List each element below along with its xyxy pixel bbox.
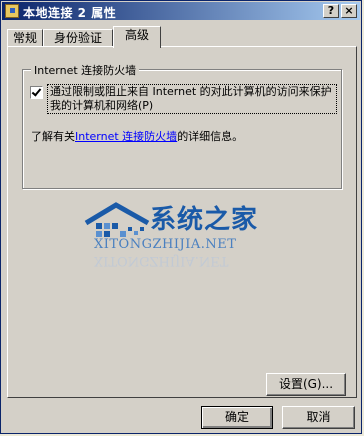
advanced-panel: Internet 连接防火墙 通过限制或阻止来自 Internet 的对此计算机… (7, 46, 357, 398)
tab-authentication[interactable]: 身份验证 (43, 29, 113, 47)
info-prefix: 了解有关 (31, 130, 75, 143)
watermark-brand: 系统之家 (150, 205, 259, 235)
firewall-info-text: 了解有关Internet 连接防火墙的详细信息。 (31, 128, 243, 144)
tab-strip: 常规 身份验证 高级 (7, 26, 357, 48)
watermark-url-reflection: XITONGZHIJIA.NET (94, 253, 229, 268)
network-connection-icon (5, 4, 19, 18)
tab-advanced[interactable]: 高级 (113, 26, 161, 48)
tab-general[interactable]: 常规 (7, 29, 43, 47)
info-suffix: 的详细信息。 (177, 130, 244, 143)
firewall-help-link[interactable]: Internet 连接防火墙 (75, 130, 177, 143)
cancel-button[interactable]: 取消 (282, 406, 355, 429)
window-title: 本地连接 2 属性 (23, 6, 117, 20)
settings-button[interactable]: 设置(G)... (266, 373, 346, 396)
firewall-checkbox[interactable] (30, 86, 43, 99)
properties-dialog: 本地连接 2 属性 ? × 常规 身份验证 高级 Internet 连接防火墙 … (0, 0, 362, 434)
help-button[interactable]: ? (323, 4, 339, 18)
watermark-url: XITONGZHIJIA.NET (94, 237, 237, 252)
ok-button[interactable]: 确定 (201, 406, 273, 429)
watermark: 系统之家 XITONGZHIJIA.NET XITONGZHIJIA.NET (76, 197, 296, 277)
firewall-groupbox: Internet 连接防火墙 通过限制或阻止来自 Internet 的对此计算机… (22, 62, 342, 189)
firewall-checkbox-label[interactable]: 通过限制或阻止来自 Internet 的对此计算机的访问来保护我的计算机和网络(… (47, 84, 337, 114)
title-bar[interactable]: 本地连接 2 属性 ? × (2, 2, 360, 20)
close-button[interactable]: × (341, 4, 357, 18)
groupbox-title: Internet 连接防火墙 (31, 62, 140, 78)
